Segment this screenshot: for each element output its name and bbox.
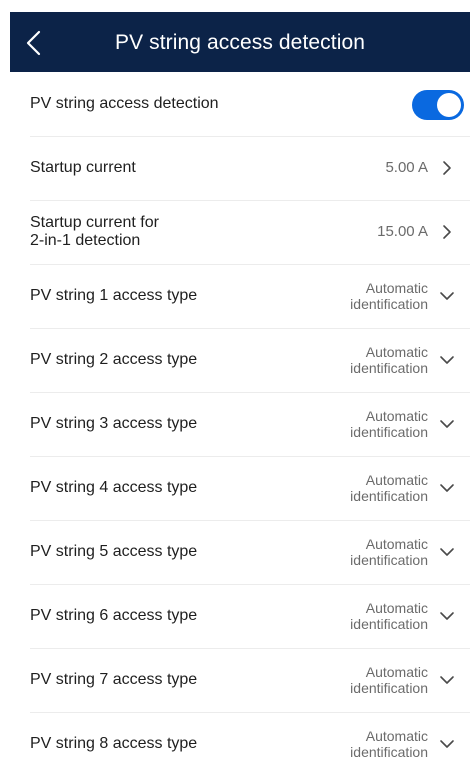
page-title: PV string access detection: [114, 31, 366, 54]
toggle-knob: [437, 93, 461, 117]
setting-row-pv-string-1[interactable]: PV string 1 access type Automatic identi…: [10, 264, 470, 328]
settings-list: PV string access detection Startup curre…: [10, 72, 470, 776]
chevron-down-icon[interactable]: [438, 351, 456, 369]
pv-string-7-access-type-value: Automatic identification: [318, 664, 428, 696]
chevron-down-icon[interactable]: [438, 543, 456, 561]
setting-label-access-detection: PV string access detection: [30, 95, 219, 112]
pv-string-3-label: PV string 3 access type: [30, 415, 198, 432]
access-detection-toggle[interactable]: [412, 90, 464, 120]
value-line-1: Automatic: [365, 280, 428, 296]
chevron-down-icon[interactable]: [438, 607, 456, 625]
setting-value-startup-current: 5.00 A: [385, 159, 428, 176]
pv-string-3-access-type-value: Automatic identification: [318, 408, 428, 440]
value-line-1: Automatic: [365, 664, 428, 680]
pv-string-7-label: PV string 7 access type: [30, 671, 198, 688]
value-line-1: Automatic: [365, 344, 428, 360]
value-line-1: Automatic: [365, 536, 428, 552]
setting-row-pv-string-5[interactable]: PV string 5 access type Automatic identi…: [10, 520, 470, 584]
setting-row-pv-string-6[interactable]: PV string 6 access type Automatic identi…: [10, 584, 470, 648]
setting-label-startup-current-2in1: Startup current for 2-in-1 detection: [30, 214, 159, 249]
value-line-1: Automatic: [365, 408, 428, 424]
value-line-1: Automatic: [365, 472, 428, 488]
setting-row-pv-string-2[interactable]: PV string 2 access type Automatic identi…: [10, 328, 470, 392]
setting-label-startup-current: Startup current: [30, 159, 136, 176]
chevron-right-icon: [443, 225, 451, 239]
pv-string-access-detection-screen: PV string access detection PV string acc…: [0, 0, 470, 776]
chevron-right-icon: [443, 161, 451, 175]
value-line-1: Automatic: [365, 728, 428, 744]
chevron-down-icon[interactable]: [438, 287, 456, 305]
chevron-down-icon[interactable]: [438, 479, 456, 497]
chevron-down-icon[interactable]: [438, 415, 456, 433]
value-line-1: Automatic: [365, 600, 428, 616]
value-line-2: identification: [350, 424, 428, 440]
value-line-2: identification: [350, 680, 428, 696]
setting-row-pv-string-4[interactable]: PV string 4 access type Automatic identi…: [10, 456, 470, 520]
pv-string-2-access-type-value: Automatic identification: [318, 344, 428, 376]
value-line-2: identification: [350, 616, 428, 632]
value-line-2: identification: [350, 552, 428, 568]
chevron-down-icon[interactable]: [438, 735, 456, 753]
value-line-2: identification: [350, 360, 428, 376]
value-line-2: identification: [350, 296, 428, 312]
pv-string-5-label: PV string 5 access type: [30, 543, 198, 560]
chevron-down-icon[interactable]: [438, 671, 456, 689]
setting-row-access-detection: PV string access detection: [10, 72, 470, 136]
pv-string-8-label: PV string 8 access type: [30, 735, 198, 752]
pv-string-1-label: PV string 1 access type: [30, 287, 198, 304]
value-line-2: identification: [350, 744, 428, 760]
pv-string-5-access-type-value: Automatic identification: [318, 536, 428, 568]
pv-string-2-label: PV string 2 access type: [30, 351, 198, 368]
setting-row-pv-string-7[interactable]: PV string 7 access type Automatic identi…: [10, 648, 470, 712]
pv-string-6-access-type-value: Automatic identification: [318, 600, 428, 632]
value-line-2: identification: [350, 488, 428, 504]
setting-row-startup-current-2in1[interactable]: Startup current for 2-in-1 detection 15.…: [10, 200, 470, 264]
setting-row-pv-string-3[interactable]: PV string 3 access type Automatic identi…: [10, 392, 470, 456]
setting-row-startup-current[interactable]: Startup current 5.00 A: [10, 136, 470, 200]
pv-string-4-access-type-value: Automatic identification: [318, 472, 428, 504]
pv-string-6-label: PV string 6 access type: [30, 607, 198, 624]
pv-string-8-access-type-value: Automatic identification: [318, 728, 428, 760]
header-bar: PV string access detection: [10, 12, 470, 72]
setting-row-pv-string-8[interactable]: PV string 8 access type Automatic identi…: [10, 712, 470, 776]
pv-string-1-access-type-value: Automatic identification: [318, 280, 428, 312]
setting-value-startup-current-2in1: 15.00 A: [377, 223, 428, 240]
pv-string-4-label: PV string 4 access type: [30, 479, 198, 496]
